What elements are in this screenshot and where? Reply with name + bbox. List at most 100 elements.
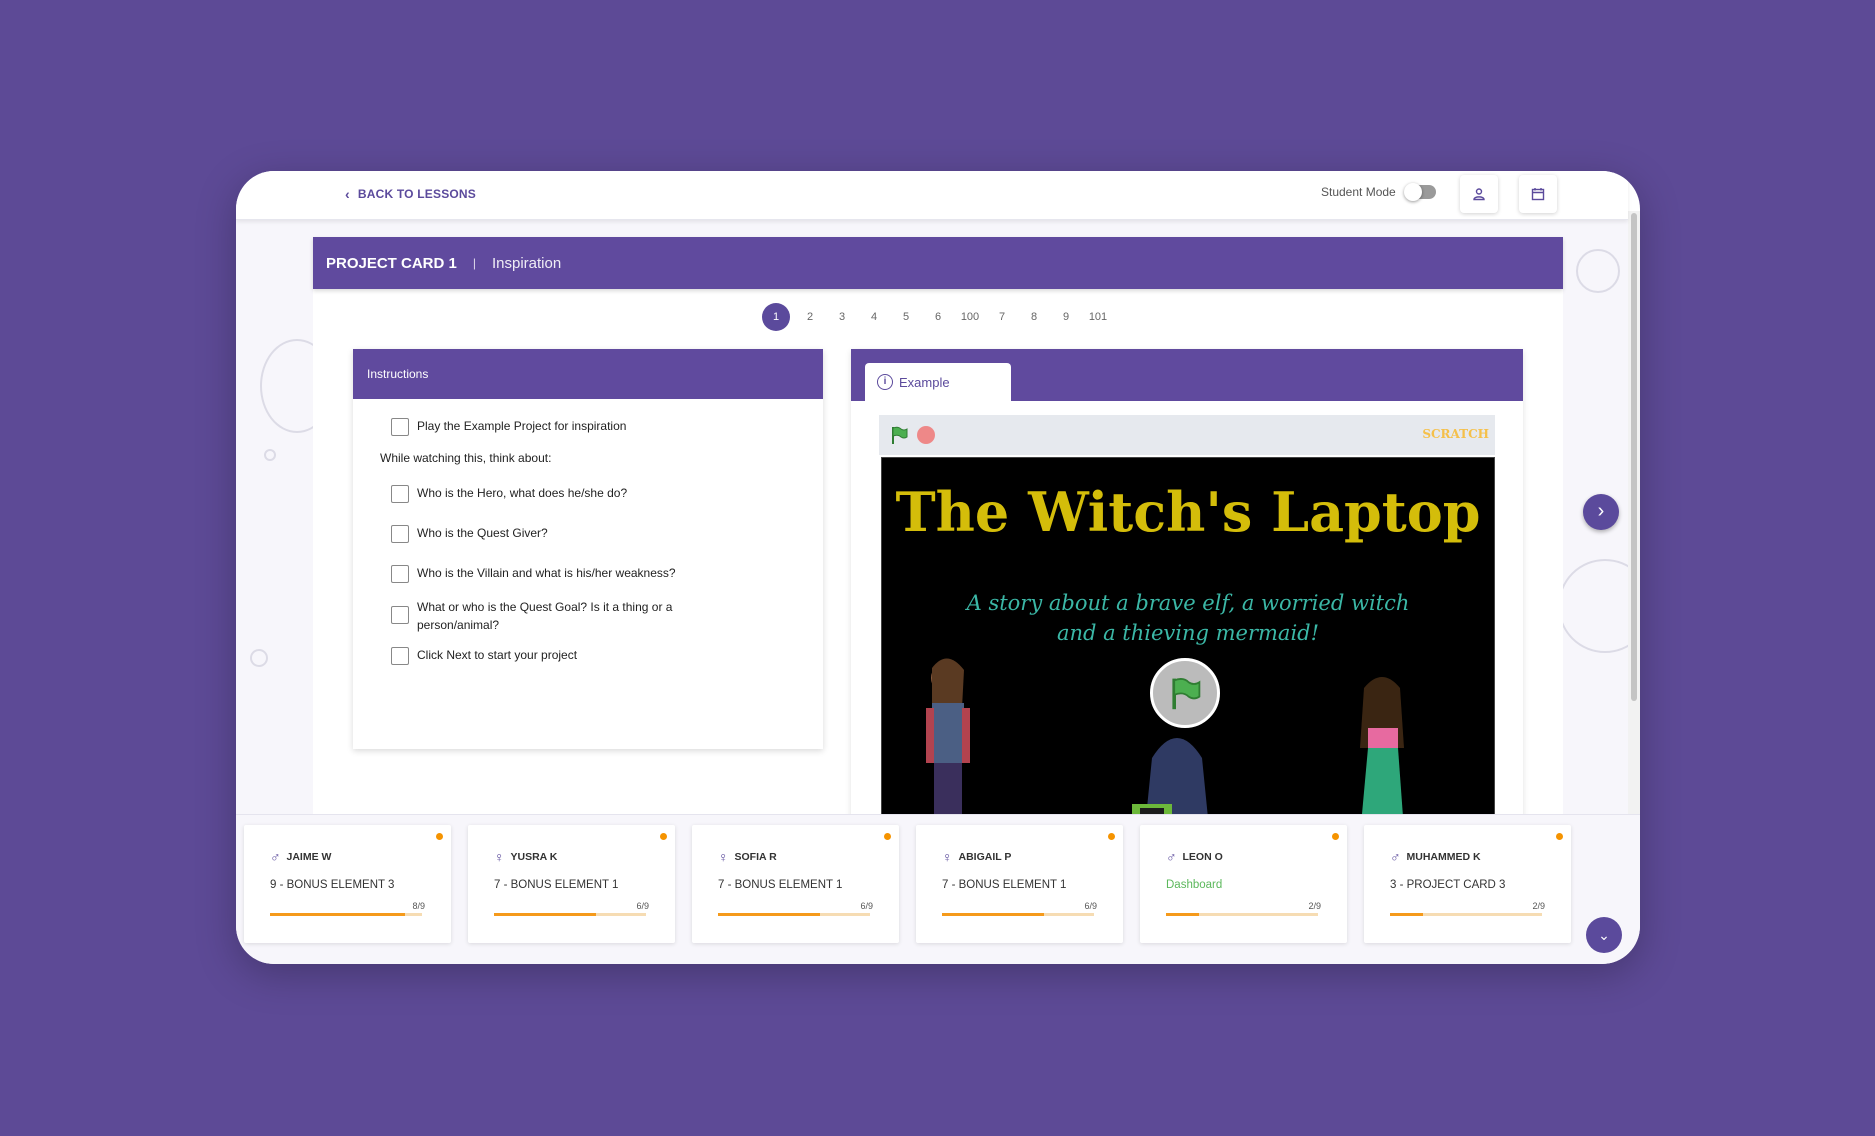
checklist-item-villain[interactable]: Who is the Villain and what is his/her w… [391, 564, 676, 583]
student-name-text: LEON O [1182, 851, 1223, 863]
student-name-text: YUSRA K [510, 851, 558, 863]
page-6[interactable]: 6 [922, 303, 954, 331]
progress-text: 8/9 [412, 901, 425, 911]
tab-example[interactable]: i Example [865, 363, 1011, 401]
stop-button[interactable] [917, 426, 935, 444]
status-dot [1556, 833, 1563, 840]
back-to-lessons-link[interactable]: ‹ BACK TO LESSONS [345, 187, 476, 201]
checkbox[interactable] [391, 565, 409, 583]
green-flag-icon [1172, 678, 1201, 710]
status-dot [1332, 833, 1339, 840]
stage-title: The Witch's Laptop [895, 480, 1481, 544]
checklist-item-goal[interactable]: What or who is the Quest Goal? Is it a t… [391, 598, 691, 634]
info-icon: i [877, 374, 893, 390]
page-2[interactable]: 2 [794, 303, 826, 331]
example-header: i Example [851, 349, 1523, 401]
play-project-button[interactable] [1150, 658, 1220, 728]
app-window: ‹ BACK TO LESSONS Student Mode PROJECT C… [236, 171, 1640, 964]
project-card-subtitle: Inspiration [491, 254, 562, 272]
student-mode-toggle[interactable] [1403, 183, 1436, 201]
progress-bar [494, 913, 646, 916]
checklist-label: Play the Example Project for inspiration [417, 419, 627, 433]
page-4[interactable]: 4 [858, 303, 890, 331]
green-flag-icon[interactable] [889, 425, 909, 445]
page-3[interactable]: 3 [826, 303, 858, 331]
student-task-link[interactable]: Dashboard [1166, 879, 1222, 891]
student-card[interactable]: ♀ SOFIA R 7 - BONUS ELEMENT 1 6/9 [692, 825, 899, 943]
vertical-scrollbar[interactable] [1628, 211, 1640, 851]
progress-fill [1166, 913, 1200, 916]
progress-fill [1390, 913, 1424, 916]
student-name-text: JAIME W [286, 851, 332, 863]
checkbox[interactable] [391, 525, 409, 543]
progress-bar [270, 913, 422, 916]
student-name-text: SOFIA R [734, 851, 777, 863]
male-icon: ♂ [270, 849, 281, 865]
page-7[interactable]: 7 [986, 303, 1018, 331]
chevron-left-icon: ‹ [345, 186, 350, 202]
progress-text: 6/9 [860, 901, 873, 911]
checklist-item-play[interactable]: Play the Example Project for inspiration [391, 417, 626, 436]
checklist-label: Click Next to start your project [417, 648, 578, 662]
chevron-right-icon: › [1597, 500, 1605, 522]
student-name: ♂ LEON O [1166, 849, 1223, 865]
checkbox[interactable] [391, 485, 409, 503]
progress-bar [1166, 913, 1318, 916]
checklist-label: What or who is the Quest Goal? Is it a t… [417, 600, 673, 632]
top-bar: ‹ BACK TO LESSONS Student Mode [236, 171, 1628, 220]
checkbox[interactable] [391, 606, 409, 624]
page-8[interactable]: 8 [1018, 303, 1050, 331]
next-page-button[interactable]: › [1583, 494, 1619, 530]
player-toolbar: SCRATCH [879, 415, 1495, 455]
status-dot [1108, 833, 1115, 840]
instructions-card: Instructions Play the Example Project fo… [353, 349, 823, 749]
calendar-button[interactable] [1519, 175, 1557, 213]
progress-fill [270, 913, 406, 916]
stage-subtitle-line-1: A story about a brave elf, a worried wit… [966, 591, 1410, 615]
project-card-title: PROJECT CARD 1 [326, 254, 457, 272]
student-card[interactable]: ♀ ABIGAIL P 7 - BONUS ELEMENT 1 6/9 [916, 825, 1123, 943]
checkbox[interactable] [391, 418, 409, 436]
scrollbar-thumb[interactable] [1631, 213, 1637, 701]
progress-bar [718, 913, 870, 916]
student-name: ♂ JAIME W [270, 849, 331, 865]
progress-bar [1390, 913, 1542, 916]
student-name: ♀ SOFIA R [718, 849, 777, 865]
status-dot [436, 833, 443, 840]
tab-example-label: Example [899, 374, 950, 390]
student-name-text: ABIGAIL P [958, 851, 1012, 863]
status-dot [884, 833, 891, 840]
page-5[interactable]: 5 [890, 303, 922, 331]
checkbox[interactable] [391, 647, 409, 665]
project-stage[interactable]: The Witch's Laptop A story about a brave… [881, 457, 1495, 856]
status-dot [660, 833, 667, 840]
progress-fill [942, 913, 1044, 916]
student-card[interactable]: ♂ JAIME W 9 - BONUS ELEMENT 3 8/9 [244, 825, 451, 943]
progress-text: 2/9 [1532, 901, 1545, 911]
student-card[interactable]: ♂ MUHAMMED K 3 - PROJECT CARD 3 2/9 [1364, 825, 1571, 943]
checklist-item-quest-giver[interactable]: Who is the Quest Giver? [391, 524, 548, 543]
main-panel: 1 2 3 4 5 6 100 7 8 9 101 Instructions P… [313, 289, 1563, 856]
calendar-icon [1531, 188, 1545, 201]
student-card[interactable]: ♀ YUSRA K 7 - BONUS ELEMENT 1 6/9 [468, 825, 675, 943]
instructions-note: While watching this, think about: [380, 451, 552, 465]
student-name-text: MUHAMMED K [1406, 851, 1481, 863]
student-card[interactable]: ♂ LEON O Dashboard 2/9 [1140, 825, 1347, 943]
page-9[interactable]: 9 [1050, 303, 1082, 331]
user-button[interactable] [1460, 175, 1498, 213]
student-task: 7 - BONUS ELEMENT 1 [718, 879, 843, 891]
user-icon [1473, 188, 1485, 201]
checklist-item-next[interactable]: Click Next to start your project [391, 646, 577, 665]
chevron-down-icon: ⌄ [1598, 927, 1610, 943]
progress-bar [942, 913, 1094, 916]
page-100[interactable]: 100 [954, 303, 986, 331]
collapse-students-button[interactable]: ⌄ [1586, 917, 1622, 953]
checklist-item-hero[interactable]: Who is the Hero, what does he/she do? [391, 484, 627, 503]
student-progress-bar: ♂ JAIME W 9 - BONUS ELEMENT 3 8/9 ♀ YUSRA … [236, 814, 1640, 964]
student-task: 7 - BONUS ELEMENT 1 [942, 879, 1067, 891]
page-1[interactable]: 1 [762, 303, 790, 331]
stage-subtitle: A story about a brave elf, a worried wit… [882, 588, 1494, 648]
progress-text: 6/9 [1084, 901, 1097, 911]
page-101[interactable]: 101 [1082, 303, 1114, 331]
female-icon: ♀ [494, 849, 505, 865]
